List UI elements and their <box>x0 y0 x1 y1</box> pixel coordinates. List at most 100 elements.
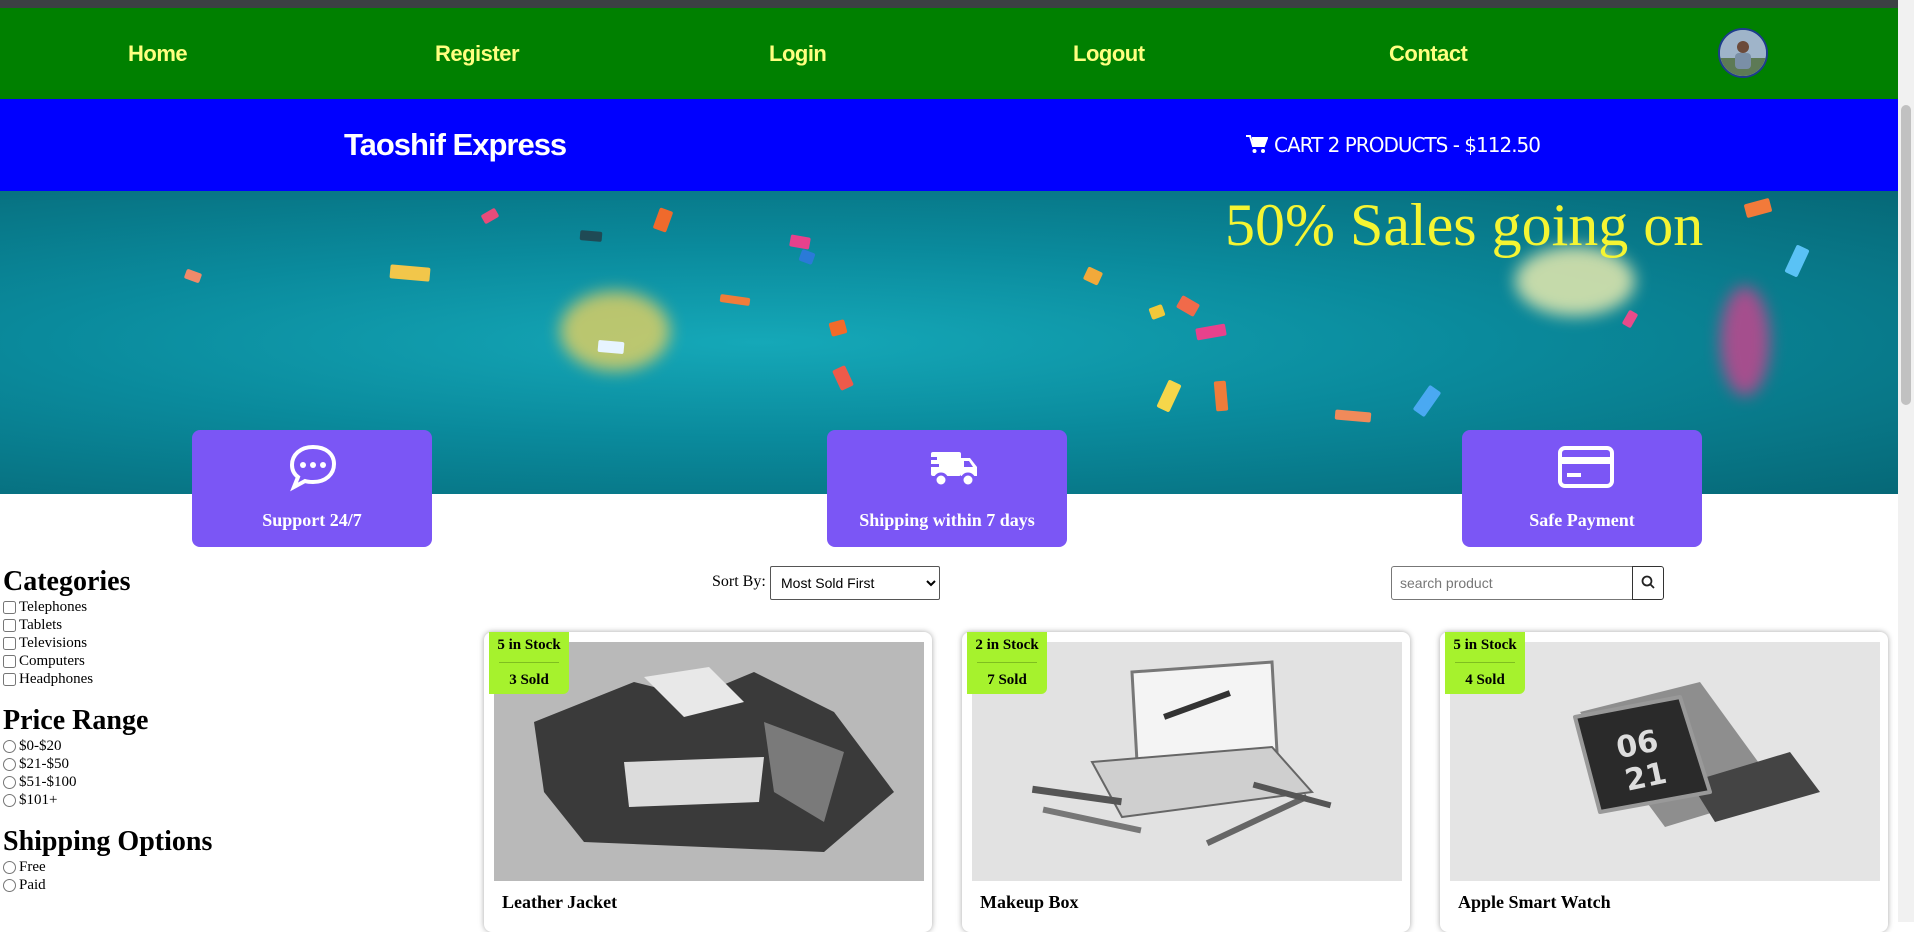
shipping-option[interactable]: Paid <box>2 876 46 894</box>
price-option[interactable]: $101+ <box>2 791 57 809</box>
badge-divider <box>1455 662 1515 663</box>
sort-label: Sort By: <box>712 573 766 590</box>
feature-shipping-card: Shipping within 7 days <box>827 430 1067 547</box>
product-card[interactable]: 2 in Stock 7 Sold Makeup Box <box>962 632 1410 932</box>
feature-shipping-label: Shipping within 7 days <box>859 510 1035 530</box>
category-option[interactable]: Headphones <box>2 670 93 688</box>
price-label: $21-$50 <box>19 755 69 772</box>
stock-badge: 2 in Stock 7 Sold <box>967 632 1047 694</box>
sold-count: 4 Sold <box>1465 672 1505 688</box>
badge-divider <box>977 662 1037 663</box>
product-card[interactable]: 06 21 5 in Stock 4 Sold Apple Smart Watc… <box>1440 632 1888 932</box>
price-radio[interactable] <box>3 757 16 771</box>
price-radio[interactable] <box>3 775 16 789</box>
nav-logout-link[interactable]: Logout <box>1073 41 1145 67</box>
cart-text: CART 2 PRODUCTS - $112.50 <box>1274 133 1541 157</box>
product-title[interactable]: Apple Smart Watch <box>1458 892 1611 913</box>
feature-payment-card: Safe Payment <box>1462 430 1702 547</box>
confetti-piece <box>1412 384 1442 418</box>
price-range-heading: Price Range <box>3 705 149 736</box>
category-checkbox[interactable] <box>3 654 16 668</box>
stock-badge: 5 in Stock 3 Sold <box>489 632 569 694</box>
confetti-blob <box>560 291 670 371</box>
confetti-piece <box>798 248 816 266</box>
truck-icon <box>923 452 977 488</box>
avatar-image <box>1720 30 1766 76</box>
shipping-option[interactable]: Free <box>2 858 46 876</box>
confetti-piece <box>1784 244 1810 278</box>
feature-payment-label: Safe Payment <box>1529 510 1635 530</box>
sold-count: 3 Sold <box>509 672 549 688</box>
product-card[interactable]: 5 in Stock 3 Sold Leather Jacket <box>484 632 932 932</box>
confetti-piece <box>832 365 854 391</box>
price-radio[interactable] <box>3 793 16 807</box>
user-avatar[interactable] <box>1718 28 1768 78</box>
shipping-label: Paid <box>19 876 46 893</box>
nav-contact-link[interactable]: Contact <box>1389 41 1468 67</box>
product-title[interactable]: Leather Jacket <box>502 892 617 913</box>
confetti-piece <box>1156 379 1182 413</box>
shipping-radio[interactable] <box>3 860 16 874</box>
category-label: Computers <box>19 652 85 669</box>
shipping-radio[interactable] <box>3 878 16 892</box>
shipping-options-heading: Shipping Options <box>3 826 213 857</box>
cart-icon <box>1246 135 1268 153</box>
feature-support-card: Support 24/7 <box>192 430 432 547</box>
confetti-blob <box>1720 286 1770 396</box>
category-checkbox[interactable] <box>3 618 16 632</box>
price-option[interactable]: $0-$20 <box>2 737 62 755</box>
category-checkbox[interactable] <box>3 636 16 650</box>
category-label: Telephones <box>19 598 88 615</box>
category-label: Televisions <box>19 634 88 651</box>
scrollbar-thumb[interactable] <box>1901 105 1911 405</box>
category-checkbox[interactable] <box>3 672 16 686</box>
feature-support-label: Support 24/7 <box>262 510 362 530</box>
price-radio[interactable] <box>3 739 16 753</box>
price-label: $51-$100 <box>19 773 77 790</box>
search-input[interactable] <box>1391 566 1632 600</box>
confetti-piece <box>480 207 500 225</box>
category-checkbox[interactable] <box>3 600 16 614</box>
cart-summary[interactable]: CART 2 PRODUCTS - $112.50 <box>1246 133 1541 157</box>
confetti-piece <box>1195 323 1227 341</box>
stock-count: 2 in Stock <box>975 637 1039 653</box>
category-option[interactable]: Computers <box>2 652 85 670</box>
sale-headline: 50% Sales going on <box>1225 192 1704 258</box>
brand-name[interactable]: Taoshif Express <box>344 127 567 163</box>
confetti-piece <box>597 339 625 355</box>
sort-select[interactable]: Most Sold First <box>770 566 940 600</box>
sold-count: 7 Sold <box>987 672 1027 688</box>
confetti-piece <box>1148 303 1166 321</box>
search-icon <box>1641 575 1655 589</box>
confetti-piece <box>579 230 603 242</box>
chat-icon <box>289 444 337 492</box>
confetti-piece <box>652 207 674 233</box>
top-navigation: Home Register Login Logout Contact <box>0 8 1898 99</box>
confetti-piece <box>828 319 848 337</box>
nav-home-link[interactable]: Home <box>128 41 188 67</box>
confetti-piece <box>719 293 751 307</box>
category-option[interactable]: Televisions <box>2 634 87 652</box>
browser-top-strip <box>0 0 1898 8</box>
category-label: Headphones <box>19 670 94 687</box>
confetti-piece <box>1175 294 1201 318</box>
confetti-piece <box>789 234 811 250</box>
stock-badge: 5 in Stock 4 Sold <box>1445 632 1525 694</box>
stock-count: 5 in Stock <box>497 637 561 653</box>
category-option[interactable]: Tablets <box>2 616 62 634</box>
category-option[interactable]: Telephones <box>2 598 87 616</box>
nav-login-link[interactable]: Login <box>769 41 827 67</box>
price-option[interactable]: $21-$50 <box>2 755 69 773</box>
brand-bar: Taoshif Express CART 2 PRODUCTS - $112.5… <box>0 99 1898 191</box>
confetti-piece <box>1213 380 1229 412</box>
page-scrollbar[interactable] <box>1898 0 1914 922</box>
category-label: Tablets <box>19 616 63 633</box>
price-option[interactable]: $51-$100 <box>2 773 77 791</box>
search-button[interactable] <box>1632 566 1664 600</box>
badge-divider <box>499 662 559 663</box>
confetti-piece <box>389 264 431 282</box>
confetti-piece <box>183 268 203 284</box>
product-title[interactable]: Makeup Box <box>980 892 1079 913</box>
nav-register-link[interactable]: Register <box>435 41 520 67</box>
confetti-piece <box>1743 197 1773 219</box>
